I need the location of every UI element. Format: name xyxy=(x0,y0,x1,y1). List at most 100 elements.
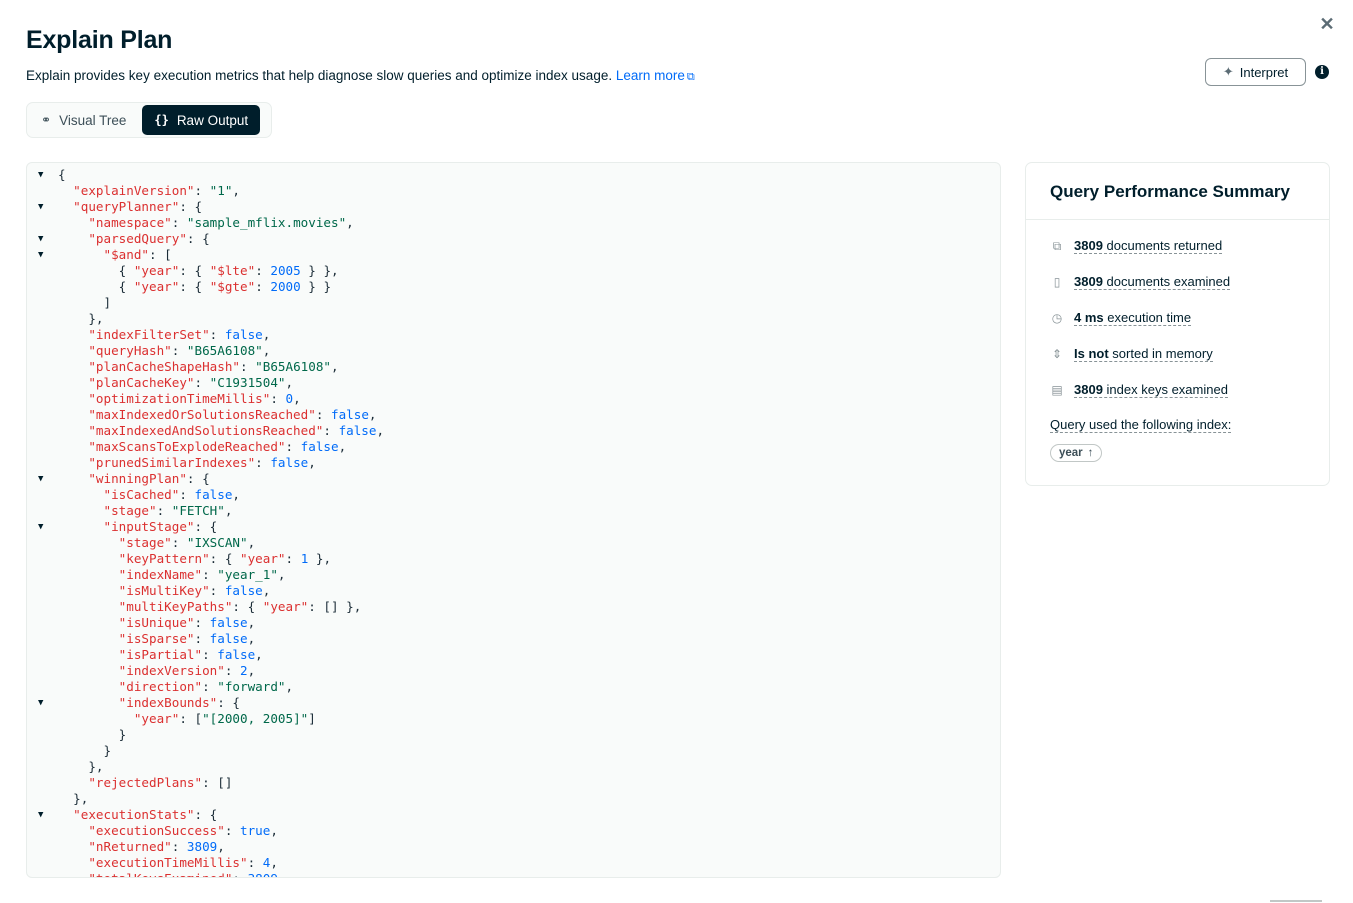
json-key: "queryHash" xyxy=(88,343,172,358)
json-punct: : xyxy=(156,503,172,518)
collapse-toggle-icon[interactable]: ▼ xyxy=(38,247,43,263)
json-punct: : xyxy=(202,647,218,662)
json-key: "$lte" xyxy=(209,263,256,278)
index-badge: year ↑ xyxy=(1050,444,1103,462)
json-key: "isCached" xyxy=(103,487,180,502)
json-punct: , xyxy=(232,183,241,198)
collapse-toggle-icon[interactable]: ▼ xyxy=(38,167,43,183)
json-key: "indexVersion" xyxy=(118,663,225,678)
metric-value: 3809 xyxy=(1074,274,1103,289)
json-viewer: ▼{ "explainVersion": "1", ▼ "queryPlanner… xyxy=(27,167,1000,877)
json-punct: : xyxy=(255,279,271,294)
json-number: 3809 xyxy=(186,839,218,854)
tab-visual-tree[interactable]: ⚭ Visual Tree xyxy=(29,105,138,135)
metric-label: execution time xyxy=(1107,310,1192,325)
json-punct: : xyxy=(285,551,301,566)
json-key: "multiKeyPaths" xyxy=(118,599,233,614)
metric-text[interactable]: 3809 index keys examined xyxy=(1074,382,1228,398)
description: Explain provides key execution metrics t… xyxy=(26,68,695,84)
json-punct: : xyxy=(255,455,271,470)
json-punct: }, xyxy=(308,551,332,566)
json-key: "maxIndexedAndSolutionsReached" xyxy=(88,423,324,438)
code-line: ▼ "queryPlanner": { xyxy=(27,199,1000,215)
info-icon[interactable]: i xyxy=(1315,65,1329,79)
json-punct: : xyxy=(171,343,187,358)
index-used-label[interactable]: Query used the following index: xyxy=(1050,417,1232,433)
code-line: "optimizationTimeMillis": 0, xyxy=(27,391,1000,407)
code-line: }, xyxy=(27,791,1000,807)
code-line: "indexVersion": 2, xyxy=(27,663,1000,679)
learn-more-link[interactable]: Learn more ⧉ xyxy=(616,68,695,83)
json-punct: : xyxy=(247,855,263,870)
json-key: "queryPlanner" xyxy=(73,199,180,214)
collapse-toggle-icon[interactable]: ▼ xyxy=(38,695,43,711)
json-number: 0 xyxy=(285,391,294,406)
json-punct: : xyxy=(171,215,187,230)
json-punct: { xyxy=(58,167,66,182)
json-key: "keyPattern" xyxy=(118,551,210,566)
json-punct: }, xyxy=(88,759,104,774)
code-line: }, xyxy=(27,759,1000,775)
code-line: ▼ "$and": [ xyxy=(27,247,1000,263)
json-key: "nReturned" xyxy=(88,839,172,854)
code-line: "rejectedPlans": [] xyxy=(27,775,1000,791)
json-punct: : { xyxy=(179,199,203,214)
code-line: ] xyxy=(27,295,1000,311)
collapse-toggle-icon[interactable]: ▼ xyxy=(38,807,43,823)
metric-text[interactable]: 4 ms execution time xyxy=(1074,310,1192,326)
documents-icon: ⧉ xyxy=(1052,238,1062,253)
json-punct: : xyxy=(179,487,195,502)
code-line: "executionTimeMillis": 4, xyxy=(27,855,1000,871)
collapse-toggle-icon[interactable]: ▼ xyxy=(38,471,43,487)
collapse-toggle-icon[interactable]: ▼ xyxy=(38,199,43,215)
interpret-button[interactable]: ✦ Interpret xyxy=(1205,58,1306,86)
code-line: "indexFilterSet": false, xyxy=(27,327,1000,343)
json-punct: : xyxy=(194,615,210,630)
json-key: "winningPlan" xyxy=(88,471,187,486)
json-key: "direction" xyxy=(118,679,203,694)
json-string: "C1931504" xyxy=(209,375,286,390)
metric-index-keys-examined: ▤ 3809 index keys examined xyxy=(1050,382,1228,398)
code-line: "namespace": "sample_mflix.movies", xyxy=(27,215,1000,231)
metric-text[interactable]: Is not sorted in memory xyxy=(1074,346,1213,362)
json-punct: : { xyxy=(209,551,241,566)
collapse-toggle-icon[interactable]: ▼ xyxy=(38,519,43,535)
json-key: "namespace" xyxy=(88,215,172,230)
json-punct: , xyxy=(247,631,256,646)
index-icon: ▤ xyxy=(1051,383,1063,397)
json-string: "year_1" xyxy=(217,567,278,582)
json-key: "prunedSimilarIndexes" xyxy=(88,455,256,470)
metric-text[interactable]: 3809 documents examined xyxy=(1074,274,1231,290)
json-punct: }, xyxy=(88,311,104,326)
json-string: "B65A6108" xyxy=(255,359,331,374)
metric-text[interactable]: 3809 documents returned xyxy=(1074,238,1223,254)
raw-output-panel[interactable]: ▼{ "explainVersion": "1", ▼ "queryPlanner… xyxy=(26,162,1001,878)
json-string: "FETCH" xyxy=(171,503,225,518)
json-key: "stage" xyxy=(103,503,157,518)
collapse-toggle-icon[interactable]: ▼ xyxy=(38,231,43,247)
json-punct: : xyxy=(171,535,187,550)
json-boolean: false xyxy=(209,631,248,646)
json-punct: : xyxy=(285,439,301,454)
json-number: 2000 xyxy=(270,279,301,294)
tab-raw-output[interactable]: {} Raw Output xyxy=(142,105,261,135)
close-icon[interactable]: ✕ xyxy=(1317,14,1337,34)
tab-label: Visual Tree xyxy=(59,112,127,128)
json-punct: : xyxy=(194,183,210,198)
json-punct: , xyxy=(376,423,385,438)
json-punct: : [] xyxy=(202,775,233,790)
